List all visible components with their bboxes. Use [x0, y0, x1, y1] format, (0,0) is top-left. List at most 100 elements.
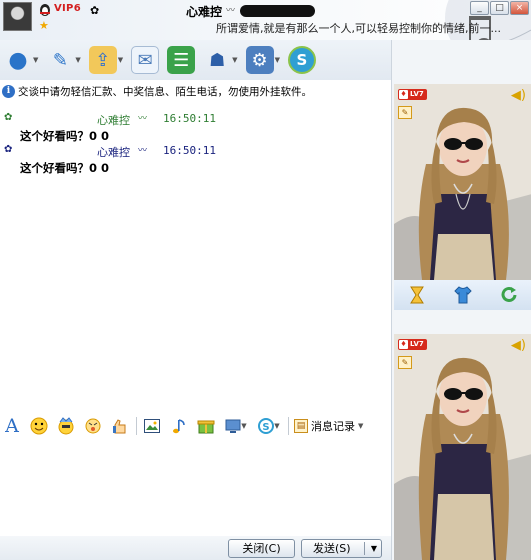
- hand-icon: [113, 419, 126, 434]
- security-notice: i 交谈中请勿轻信汇款、中奖信息、陌生电话，勿使用外挂软件。: [2, 83, 390, 99]
- my-show-image: ♦ LV7 ◀) ✎: [394, 334, 531, 560]
- message-text: 这个好看吗？0 0: [20, 161, 110, 175]
- shirt-icon: [454, 286, 472, 304]
- message-header: ✿ 心难控 〰 16:50:11: [0, 112, 391, 128]
- girl-photo-image: [394, 84, 531, 280]
- message-history-label: 消息记录: [311, 420, 355, 433]
- message-sender[interactable]: 心难控: [97, 112, 130, 128]
- chevron-down-icon[interactable]: ▼: [241, 422, 246, 430]
- chevron-down-icon: ▼: [358, 422, 364, 430]
- speaker-icon[interactable]: ◀): [511, 338, 526, 353]
- notice-text: 交谈中请勿轻信汇款、中奖信息、陌生电话，勿使用外挂软件。: [18, 85, 312, 98]
- soso-icon: S: [287, 46, 316, 74]
- info-icon: i: [2, 84, 15, 98]
- chevron-down-icon[interactable]: ▼: [275, 56, 280, 64]
- face-doodle-icon: [85, 418, 101, 434]
- shake-button[interactable]: [109, 415, 131, 437]
- bottom-bar: 关闭(C) 发送(S) ▼: [0, 536, 391, 560]
- music-note-icon: [173, 419, 185, 434]
- security-icon: ☗: [209, 49, 226, 71]
- divider: [136, 417, 137, 435]
- webcam-button[interactable]: ● ▼: [4, 43, 38, 77]
- show-outfit-button[interactable]: [452, 284, 474, 306]
- message-input[interactable]: [0, 440, 391, 536]
- screen-icon: [225, 419, 241, 433]
- chevron-down-icon[interactable]: ▼: [75, 56, 80, 64]
- send-options-icon[interactable]: ▼: [371, 540, 377, 557]
- nickname-mark: 〰: [226, 6, 236, 16]
- email-icon: ✉: [131, 46, 160, 74]
- divider: [364, 542, 365, 555]
- message-history-button[interactable]: ▤ 消息记录 ▼: [294, 418, 363, 434]
- close-window-button[interactable]: ×: [510, 1, 529, 15]
- message-time: 16:50:11: [163, 112, 216, 125]
- girl-photo-image: [394, 334, 531, 560]
- webcam-icon: ●: [8, 47, 28, 73]
- star-icon: ★: [39, 19, 49, 32]
- microphone-button[interactable]: ✎ ▼: [46, 43, 81, 77]
- message-time: 16:50:11: [163, 144, 216, 157]
- format-toolbar: A ▼ S ▼ ▤ 消息记录 ▼: [0, 412, 391, 440]
- main-toolbar: ● ▼ ✎ ▼ ⇪ ▼ ✉ ☰ ☗ ▼ ⚙ ▼ S: [0, 40, 391, 80]
- show-action-bar: [394, 280, 531, 310]
- send-button[interactable]: 发送(S) ▼: [301, 539, 382, 558]
- smiley-icon: [30, 417, 48, 435]
- soso-button[interactable]: S: [287, 43, 316, 77]
- refresh-icon: [501, 287, 517, 302]
- gift-icon: [197, 420, 215, 434]
- show-transform-button[interactable]: [406, 284, 428, 306]
- magic-emoticon-button[interactable]: [55, 415, 77, 437]
- chevron-down-icon[interactable]: ▼: [232, 56, 237, 64]
- hourglass-icon: [410, 286, 424, 304]
- qq-penguin-icon: [40, 4, 50, 16]
- font-button[interactable]: A: [1, 415, 23, 437]
- avatar[interactable]: [3, 2, 32, 31]
- chevron-down-icon[interactable]: ▼: [274, 422, 279, 430]
- contact-show-image: ♦ LV7 ◀) ✎: [394, 84, 531, 280]
- chevron-down-icon[interactable]: ▼: [33, 56, 38, 64]
- soso-search-button[interactable]: S ▼: [255, 415, 283, 437]
- flower-icon: ✿: [4, 144, 13, 155]
- svg-text:S: S: [263, 422, 270, 433]
- screenshot-button[interactable]: [141, 415, 163, 437]
- maximize-button[interactable]: □: [490, 1, 509, 15]
- music-button[interactable]: [168, 415, 190, 437]
- emoticon-button[interactable]: [28, 415, 50, 437]
- level-label: LV7: [410, 340, 424, 348]
- folder-transfer-icon: ⇪: [88, 46, 117, 74]
- magic-face-icon: [58, 417, 74, 435]
- message-board-button[interactable]: ☰: [167, 43, 196, 77]
- scribble-button[interactable]: [82, 415, 104, 437]
- message-board-icon: ☰: [167, 46, 196, 74]
- contact-nickname: 心难控: [186, 5, 223, 19]
- email-button[interactable]: ✉: [131, 43, 160, 77]
- qq-show-panel: ♦ LV7 ◀) ✎ ♦ LV7 ◀) ✎: [391, 40, 531, 560]
- show-refresh-button[interactable]: [498, 284, 520, 306]
- image-icon: [144, 419, 160, 433]
- message-header: ✿ 心难控 〰 16:50:11: [0, 144, 391, 160]
- edit-show-icon[interactable]: ✎: [398, 106, 412, 119]
- video-button[interactable]: ▼: [222, 415, 250, 437]
- vip-badge: VIP6: [54, 3, 81, 14]
- flower-icon: ✿: [4, 112, 13, 123]
- chat-history[interactable]: ✿ 心难控 〰 16:50:11 这个好看吗？0 0 ✿ 心难控 〰 16:50…: [0, 104, 391, 404]
- contact-signature: 所谓爱情,就是有那么一个人,可以轻易控制你的情绪,前一...: [216, 22, 501, 35]
- file-transfer-button[interactable]: ⇪ ▼: [88, 43, 123, 77]
- settings-button[interactable]: ⚙ ▼: [245, 43, 280, 77]
- diamond-icon: ♦: [399, 340, 408, 349]
- message-sender[interactable]: 心难控: [97, 144, 130, 160]
- status-icon[interactable]: ✿: [90, 4, 99, 17]
- close-button[interactable]: 关闭(C): [228, 539, 295, 558]
- gift-button[interactable]: [195, 415, 217, 437]
- settings-icon: ⚙: [245, 46, 274, 74]
- history-icon: ▤: [294, 419, 308, 433]
- send-label: 发送(S): [313, 542, 351, 555]
- speaker-icon[interactable]: ◀): [511, 88, 526, 103]
- security-button[interactable]: ☗ ▼: [203, 43, 237, 77]
- chevron-down-icon[interactable]: ▼: [118, 56, 123, 64]
- level-label: LV7: [410, 90, 424, 98]
- minimize-button[interactable]: _: [470, 1, 489, 15]
- title-bar[interactable]: VIP6 ★ ✿ 心难控 〰 所谓爱情,就是有那么一个人,可以轻易控制你的情绪,…: [0, 0, 531, 71]
- sender-mark: 〰: [138, 114, 148, 124]
- edit-show-icon[interactable]: ✎: [398, 356, 412, 369]
